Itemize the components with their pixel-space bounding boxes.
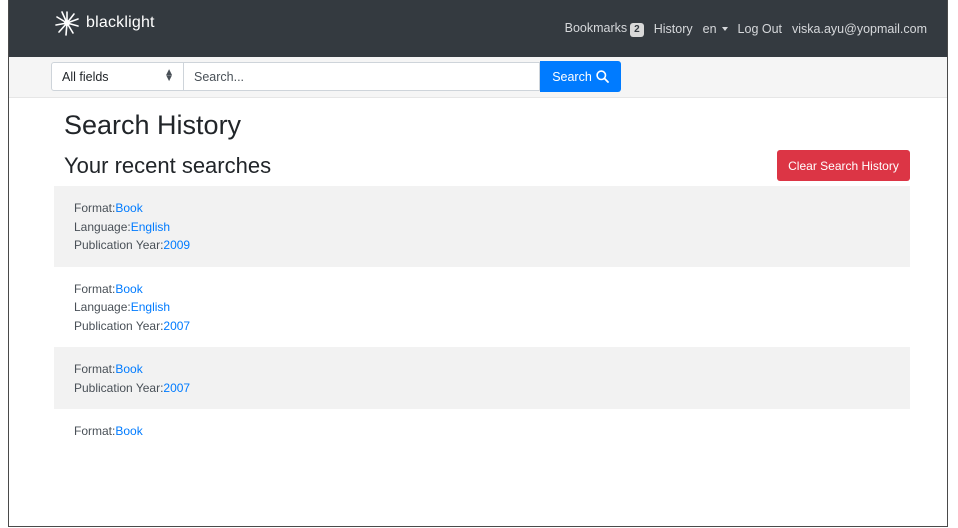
search-input[interactable] — [184, 62, 540, 91]
criterion-value-link[interactable]: English — [131, 220, 170, 234]
search-history-item: Format:Book Language:English Publication… — [54, 186, 910, 267]
blacklight-logo-icon — [55, 11, 79, 36]
criterion-label: Language: — [74, 300, 131, 314]
criterion-value-link[interactable]: 2007 — [163, 319, 190, 333]
criterion-label: Format: — [74, 201, 116, 215]
criterion-value-link[interactable]: Book — [115, 362, 142, 376]
search-criterion: Format:Book — [74, 280, 890, 299]
criterion-label: Format: — [74, 424, 116, 438]
search-criterion: Format:Book — [74, 199, 890, 218]
search-history-list: Format:Book Language:English Publication… — [54, 186, 910, 453]
user-account-link[interactable]: viska.ayu@yopmail.com — [792, 22, 927, 36]
search-criterion: Publication Year:2007 — [74, 379, 890, 398]
top-navbar: blacklight Bookmarks 2 History en Log Out… — [9, 0, 947, 57]
search-criterion: Language:English — [74, 218, 890, 237]
search-criterion: Format:Book — [74, 360, 890, 379]
brand-name: blacklight — [86, 14, 155, 31]
criterion-label: Format: — [74, 362, 116, 376]
bookmarks-label: Bookmarks — [564, 20, 628, 35]
search-history-item: Format:Book Language:English Publication… — [54, 267, 910, 348]
criterion-label: Publication Year: — [74, 238, 164, 252]
search-criterion: Language:English — [74, 298, 890, 317]
criterion-value-link[interactable]: 2007 — [163, 381, 190, 395]
criterion-value-link[interactable]: Book — [115, 282, 142, 296]
criterion-label: Language: — [74, 219, 131, 234]
section-title: Your recent searches — [64, 153, 272, 178]
criterion-value-link[interactable]: Book — [115, 201, 142, 215]
history-link[interactable]: History — [654, 22, 693, 36]
criterion-value-link[interactable]: English — [131, 300, 170, 314]
select-arrows-icon: ▲ ▼ — [164, 67, 174, 84]
search-button-label: Search — [552, 69, 592, 84]
page-title: Search History — [64, 110, 242, 140]
search-field-value: All fields — [62, 70, 109, 84]
search-bar: All fields ▲ ▼ Search — [9, 57, 947, 98]
criterion-value-link[interactable]: Book — [115, 424, 142, 438]
search-criterion: Publication Year:2009 — [74, 236, 890, 255]
criterion-label: Format: — [74, 281, 116, 296]
search-icon — [596, 70, 609, 83]
search-button[interactable]: Search — [540, 61, 621, 92]
bookmarks-count-badge: 2 — [630, 22, 644, 37]
criterion-label: Publication Year: — [74, 318, 164, 333]
search-history-item: Format:Book Publication Year:2007 — [54, 347, 910, 409]
language-label: en — [702, 21, 717, 36]
criterion-value-link[interactable]: 2009 — [163, 238, 190, 252]
search-history-item: Format:Book — [54, 409, 910, 453]
caret-down-icon — [721, 27, 728, 32]
logout-link[interactable]: Log Out — [738, 22, 782, 36]
search-field-select[interactable]: All fields ▲ ▼ — [51, 62, 184, 91]
criterion-label: Publication Year: — [74, 380, 164, 395]
brand-link[interactable]: blacklight — [54, 10, 155, 36]
bookmarks-link[interactable]: Bookmarks 2 — [565, 21, 644, 37]
nav-links: Bookmarks 2 History en Log Out viska.ayu@… — [565, 0, 927, 57]
search-criterion: Format:Book — [74, 422, 890, 441]
clear-search-history-button[interactable]: Clear Search History — [777, 150, 910, 181]
language-dropdown[interactable]: en — [703, 22, 728, 36]
app-window: blacklight Bookmarks 2 History en Log Out… — [8, 0, 948, 527]
search-criterion: Publication Year:2007 — [74, 317, 890, 336]
